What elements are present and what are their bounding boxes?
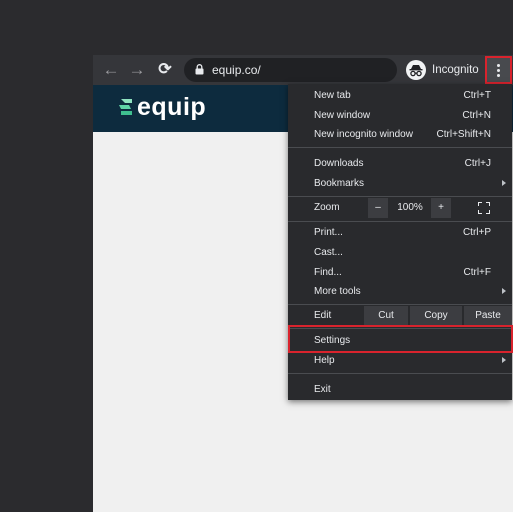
menu-separator bbox=[288, 196, 512, 197]
menu-item-label: Print... bbox=[314, 227, 343, 238]
menu-item-label: New window bbox=[314, 110, 371, 121]
menu-item-find[interactable]: Find... Ctrl+F bbox=[288, 264, 512, 282]
menu-separator bbox=[288, 304, 512, 305]
menu-item-label: Help bbox=[314, 355, 335, 366]
forward-icon[interactable]: → bbox=[126, 60, 148, 80]
reload-icon[interactable]: ⟳ bbox=[154, 60, 176, 80]
menu-item-cast[interactable]: Cast... bbox=[288, 244, 512, 262]
menu-item-shortcut: Ctrl+F bbox=[463, 267, 492, 278]
menu-edit-row: Edit Cut Copy Paste bbox=[288, 306, 512, 326]
paste-button[interactable]: Paste bbox=[464, 306, 512, 326]
zoom-label: Zoom bbox=[314, 202, 340, 213]
browser-toolbar: ← → ⟳ equip.co/ Incognito bbox=[93, 55, 513, 85]
menu-item-new-incognito-window[interactable]: New incognito window Ctrl+Shift+N bbox=[288, 126, 512, 144]
submenu-arrow-icon bbox=[502, 180, 506, 186]
settings-highlight-box bbox=[288, 325, 513, 353]
site-logo-text[interactable]: equip bbox=[137, 92, 206, 122]
menu-item-downloads[interactable]: Downloads Ctrl+J bbox=[288, 155, 512, 173]
menu-item-shortcut: Ctrl+T bbox=[463, 90, 492, 101]
zoom-out-button[interactable]: – bbox=[368, 198, 388, 218]
menu-item-label: Exit bbox=[314, 384, 331, 395]
lock-icon bbox=[195, 64, 204, 75]
menu-item-shortcut: Ctrl+N bbox=[462, 110, 491, 121]
menu-item-label: Bookmarks bbox=[314, 178, 365, 189]
submenu-arrow-icon bbox=[502, 357, 506, 363]
three-dots-vertical-icon[interactable] bbox=[485, 56, 512, 84]
address-bar[interactable]: equip.co/ bbox=[184, 58, 397, 82]
incognito-label: Incognito bbox=[432, 64, 479, 76]
zoom-in-button[interactable]: + bbox=[431, 198, 451, 218]
menu-item-shortcut: Ctrl+J bbox=[464, 158, 491, 169]
cut-button[interactable]: Cut bbox=[364, 306, 408, 326]
submenu-arrow-icon bbox=[502, 288, 506, 294]
incognito-indicator[interactable]: Incognito bbox=[404, 58, 480, 82]
menu-item-more-tools[interactable]: More tools bbox=[288, 283, 512, 301]
menu-item-shortcut: Ctrl+Shift+N bbox=[436, 129, 491, 140]
menu-item-help[interactable]: Help bbox=[288, 352, 512, 370]
fullscreen-icon[interactable] bbox=[478, 202, 490, 214]
edit-label: Edit bbox=[314, 310, 332, 321]
equip-logo-icon[interactable] bbox=[118, 98, 134, 116]
menu-item-label: More tools bbox=[314, 286, 361, 297]
menu-item-label: New incognito window bbox=[314, 129, 413, 140]
menu-item-print[interactable]: Print... Ctrl+P bbox=[288, 224, 512, 242]
menu-item-label: Cast... bbox=[314, 247, 343, 258]
copy-button[interactable]: Copy bbox=[410, 306, 462, 326]
back-icon[interactable]: ← bbox=[100, 60, 122, 80]
zoom-value: 100% bbox=[397, 202, 423, 213]
menu-item-exit[interactable]: Exit bbox=[288, 381, 512, 399]
menu-separator bbox=[288, 147, 512, 148]
menu-item-label: Find... bbox=[314, 267, 342, 278]
menu-item-label: Downloads bbox=[314, 158, 364, 169]
url-text: equip.co/ bbox=[212, 63, 261, 77]
menu-item-new-window[interactable]: New window Ctrl+N bbox=[288, 107, 512, 125]
menu-separator bbox=[288, 221, 512, 222]
menu-item-bookmarks[interactable]: Bookmarks bbox=[288, 175, 512, 193]
menu-separator bbox=[288, 373, 512, 374]
incognito-icon bbox=[406, 60, 426, 80]
menu-zoom-row: Zoom – 100% + bbox=[288, 198, 512, 218]
menu-item-shortcut: Ctrl+P bbox=[462, 227, 491, 238]
menu-item-new-tab[interactable]: New tab Ctrl+T bbox=[288, 87, 512, 105]
menu-item-label: New tab bbox=[314, 90, 351, 101]
